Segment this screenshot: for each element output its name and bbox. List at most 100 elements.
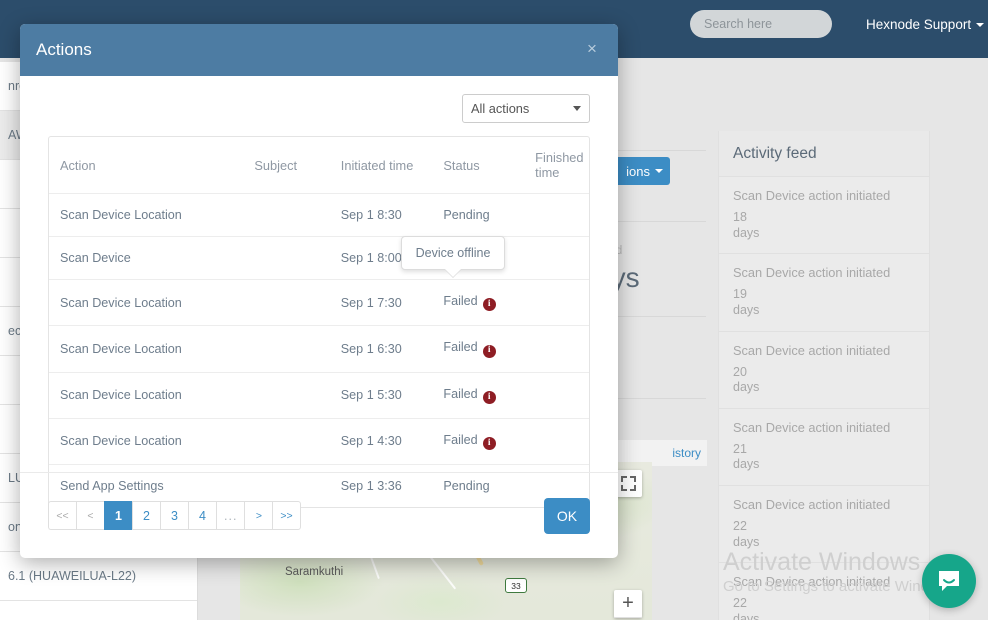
cell-subject (243, 236, 330, 280)
modal-title: Actions (36, 40, 92, 59)
actions-table-body: Scan Device Location Sep 1 8:30 Pending … (49, 193, 589, 508)
cell-finished (524, 279, 589, 327)
status-tooltip: Device offline (401, 236, 505, 270)
activity-item-title: Scan Device action initiated (733, 497, 891, 512)
status-info-icon[interactable]: i (482, 298, 496, 312)
activity-item-title: Scan Device action initiated (733, 419, 891, 435)
close-icon[interactable]: × (581, 37, 603, 59)
activity-feed-item[interactable]: Scan Device action initiated 21 days (719, 408, 929, 486)
activity-item-unit: days (733, 611, 760, 620)
table-row[interactable]: Scan Device Location Sep 1 8:30 Pending (49, 193, 589, 237)
cell-initiated: Sep 1 7:30 (329, 279, 433, 327)
actions-table-container: Action Subject Initiated time Status Fin… (48, 136, 590, 508)
fullscreen-icon (630, 476, 636, 482)
column-header-subject: Subject (243, 137, 330, 194)
activity-item-unit: days (733, 380, 760, 395)
status-info-icon[interactable]: i (482, 344, 496, 358)
cell-finished (524, 236, 589, 280)
cell-action: Scan Device Location (49, 418, 244, 466)
status-info-icon[interactable]: i (482, 390, 496, 404)
pagination-page-1[interactable]: 1 (104, 501, 132, 530)
map-highway-shield: 33 (505, 578, 527, 593)
cell-subject (243, 418, 330, 466)
column-header-status: Status (432, 137, 525, 194)
chevron-down-icon (573, 106, 581, 111)
modal-footer: << < 1 2 3 4 ... > >> OK (20, 472, 618, 558)
activity-item-unit: days (733, 534, 760, 549)
cell-status: Failed i (432, 325, 525, 373)
table-row[interactable]: Scan Device Location Sep 1 4:30 Failed i (49, 418, 589, 466)
status-info-icon[interactable]: i (482, 437, 496, 450)
user-menu[interactable]: Hexnode Support (866, 17, 985, 32)
activity-item-title: Scan Device action initiated (733, 574, 891, 590)
pagination-page-2[interactable]: 2 (132, 501, 160, 530)
cell-action: Scan Device Location (49, 193, 244, 237)
actions-table: Action Subject Initiated time Status Fin… (49, 137, 589, 507)
activity-feed-item[interactable]: Scan Device action initiated 22 days (719, 563, 929, 620)
cell-initiated: Sep 1 8:30 (329, 193, 433, 237)
pagination-last-button[interactable]: >> (272, 501, 301, 530)
cell-initiated: Sep 1 5:30 (329, 372, 433, 419)
chevron-down-icon (976, 23, 985, 28)
cell-status: Pending (432, 193, 525, 237)
cell-subject (243, 193, 330, 237)
map-zoom-controls[interactable]: + (614, 590, 642, 618)
activity-feed-item[interactable]: Scan Device action initiated 20 days (719, 331, 929, 409)
cell-subject (243, 325, 330, 373)
modal-header: Actions × (20, 24, 618, 76)
cell-finished (524, 325, 589, 373)
activity-item-unit: days (733, 457, 760, 472)
actions-modal: Actions × All actions Action Subject Ini… (20, 24, 618, 558)
cell-status: Failed i (432, 418, 525, 466)
modal-body: All actions Action Subject Initiated tim… (20, 76, 618, 508)
activity-item-value: 21 (733, 441, 747, 456)
activity-item-value: 19 (733, 287, 747, 302)
table-row[interactable]: Scan Device Location Sep 1 5:30 Failed i (49, 372, 589, 419)
map-zoom-in-button[interactable]: + (614, 590, 642, 618)
background-actions-label: ions (626, 163, 650, 179)
pagination-ellipsis: ... (216, 501, 245, 530)
cell-subject (243, 279, 330, 327)
activity-feed-item[interactable]: Scan Device action initiated 19 days (719, 254, 929, 332)
column-header-finished: Finished time (524, 137, 589, 194)
pagination: << < 1 2 3 4 ... > >> (48, 501, 301, 530)
status-text: Failed (443, 340, 478, 355)
column-header-initiated: Initiated time (329, 137, 433, 194)
cell-subject (243, 372, 330, 419)
pagination-page-4[interactable]: 4 (188, 501, 216, 530)
activity-feed-item[interactable]: Scan Device action initiated 22 days (719, 486, 929, 564)
activity-item-title: Scan Device action initiated (733, 342, 891, 358)
cell-finished (524, 372, 589, 419)
cell-status: Failed i (432, 279, 525, 327)
activity-item-value: 20 (733, 364, 747, 379)
ok-button[interactable]: OK (544, 497, 590, 534)
activity-item-unit: days (733, 302, 760, 317)
pagination-next-button[interactable]: > (244, 501, 273, 530)
bg-left-fragment: 6.1 (HUAWEILUA-L22) (0, 552, 197, 601)
pagination-first-button[interactable]: << (48, 501, 76, 530)
pagination-prev-button[interactable]: < (76, 501, 104, 530)
cell-status: Failed i (432, 372, 525, 419)
status-text: Pending (443, 208, 490, 222)
cell-action: Scan Device Location (49, 279, 244, 327)
table-row[interactable]: Scan Device Sep 1 8:00 (49, 236, 589, 280)
fullscreen-icon (630, 485, 636, 491)
pagination-page-3[interactable]: 3 (160, 501, 188, 530)
chevron-down-icon (655, 169, 663, 173)
search-input[interactable]: Search here (690, 10, 832, 38)
activity-item-title: Scan Device action initiated (733, 265, 891, 281)
table-row[interactable]: Scan Device Location Sep 1 7:30 Failed i (49, 279, 589, 327)
status-text: Failed (443, 432, 478, 447)
cell-finished (524, 193, 589, 237)
activity-feed-title: Activity feed (719, 131, 929, 177)
table-row[interactable]: Scan Device Location Sep 1 6:30 Failed i (49, 325, 589, 373)
fullscreen-icon (621, 476, 627, 482)
activity-feed-panel: Activity feed Scan Device action initiat… (718, 131, 930, 620)
activity-feed-item[interactable]: Scan Device action initiated 18 days (719, 177, 929, 255)
cell-action: Scan Device Location (49, 325, 244, 373)
chat-bubble-button[interactable] (922, 554, 976, 608)
action-filter-select[interactable]: All actions (462, 94, 590, 123)
activity-item-value: 18 (733, 210, 747, 224)
map-fullscreen-button[interactable] (615, 470, 642, 497)
status-text: Failed (443, 386, 478, 401)
